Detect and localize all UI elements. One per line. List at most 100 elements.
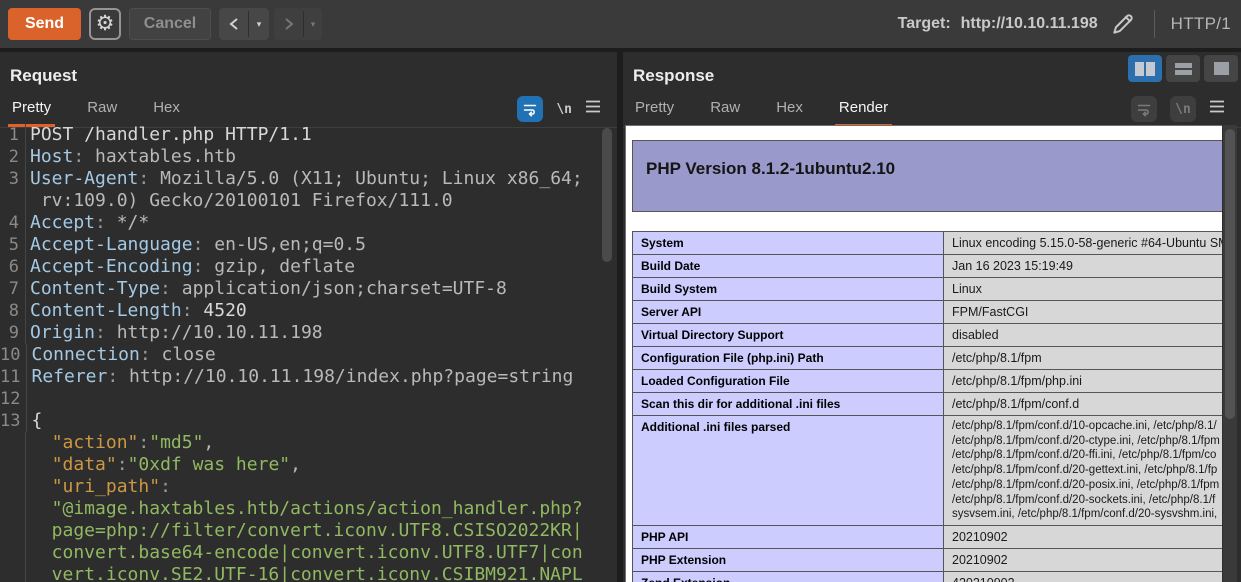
phpinfo-row-label: PHP API (633, 525, 944, 548)
line-number: 4 (0, 212, 26, 234)
menu-button[interactable] (585, 100, 601, 118)
code-line[interactable]: 9Origin: http://10.10.11.198 (0, 322, 617, 344)
target-label: Target: (898, 15, 951, 33)
code-line[interactable]: 11Referer: http://10.10.11.198/index.php… (0, 366, 617, 388)
response-scrollbar-thumb[interactable] (1225, 129, 1235, 419)
history-forward-group: ▾ (274, 8, 322, 40)
phpinfo-row-label: Zend Extension (633, 571, 944, 582)
back-button[interactable] (219, 8, 248, 40)
rows-icon (1175, 63, 1192, 75)
pencil-icon (1110, 11, 1136, 37)
line-number: 13 (0, 410, 27, 432)
code-line[interactable]: "data":"0xdf was here", (0, 454, 617, 476)
phpinfo-row-value: /etc/php/8.1/fpm/conf.d (944, 393, 1223, 416)
line-number: 7 (0, 278, 26, 300)
wrap-toggle-button[interactable] (517, 96, 543, 122)
phpinfo-row: PHP Extension20210902 (633, 548, 1223, 571)
code-line[interactable]: page=php://filter/convert.iconv.UTF8.CSI… (0, 520, 617, 542)
code-line[interactable]: 8Content-Length: 4520 (0, 300, 617, 322)
newline-toggle-button[interactable]: \n (1170, 96, 1196, 122)
render-viewport[interactable]: PHP Version 8.1.2-1ubuntu2.10 SystemLinu… (625, 125, 1222, 582)
phpinfo-row-label: Build System (633, 278, 944, 301)
code-line[interactable]: 7Content-Type: application/json;charset=… (0, 278, 617, 300)
response-scrollbar-track[interactable] (1223, 125, 1237, 582)
phpinfo-row-value: disabled (944, 324, 1223, 347)
code-line[interactable]: 12 (0, 388, 617, 410)
code-line[interactable]: 10Connection: close (0, 344, 617, 366)
request-scrollbar-thumb[interactable] (602, 128, 612, 262)
phpinfo-header: PHP Version 8.1.2-1ubuntu2.10 (632, 140, 1222, 212)
code-line[interactable]: 5Accept-Language: en-US,en;q=0.5 (0, 234, 617, 256)
wrap-toggle-button[interactable] (1131, 96, 1157, 122)
phpinfo-row: Zend Extension420210902 (633, 571, 1223, 582)
back-dropdown-button[interactable]: ▾ (249, 8, 269, 40)
code-line[interactable]: 3User-Agent: Mozilla/5.0 (X11; Ubuntu; L… (0, 168, 617, 190)
phpinfo-row-label: Configuration File (php.ini) Path (633, 347, 944, 370)
request-editor[interactable]: 1POST /handler.php HTTP/1.12Host: haxtab… (0, 124, 617, 582)
chevron-left-icon (228, 17, 240, 31)
view-layout-columns-button[interactable] (1128, 55, 1162, 82)
line-number (0, 432, 26, 454)
chevron-down-icon: ▾ (257, 19, 262, 30)
tab-raw[interactable]: Raw (706, 99, 744, 127)
columns-icon (1146, 62, 1155, 76)
phpinfo-page: PHP Version 8.1.2-1ubuntu2.10 SystemLinu… (632, 140, 1222, 582)
response-panel: Response Pretty Raw Hex Render \n PHP Ve… (623, 52, 1241, 582)
forward-dropdown-button[interactable]: ▾ (304, 8, 322, 40)
http-version-selector[interactable]: HTTP/1 (1171, 14, 1231, 34)
line-number: 9 (0, 322, 26, 344)
tab-render[interactable]: Render (835, 99, 892, 127)
gear-icon: ⚙ (96, 12, 115, 35)
newline-toggle-button[interactable]: \n (556, 102, 572, 117)
phpinfo-row: SystemLinux encoding 5.15.0-58-generic #… (633, 232, 1223, 255)
line-number: 12 (0, 388, 27, 410)
phpinfo-row-label: Scan this dir for additional .ini files (633, 393, 944, 416)
view-layout-rows-button[interactable] (1166, 55, 1200, 82)
tab-hex[interactable]: Hex (772, 99, 807, 127)
phpinfo-row: Loaded Configuration File/etc/php/8.1/fp… (633, 370, 1223, 393)
tab-hex[interactable]: Hex (149, 99, 184, 127)
phpinfo-row-value: 20210902 (944, 548, 1223, 571)
cancel-button[interactable]: Cancel (129, 8, 211, 40)
code-line[interactable]: 1POST /handler.php HTTP/1.1 (0, 124, 617, 146)
view-layout-single-button[interactable] (1204, 55, 1238, 82)
phpinfo-row-value: /etc/php/8.1/fpm/php.ini (944, 370, 1223, 393)
phpinfo-row: Build SystemLinux (633, 278, 1223, 301)
view-layout-buttons (1128, 55, 1238, 82)
request-panel: Request Pretty Raw Hex \n 1POST /handler… (0, 52, 617, 582)
phpinfo-row-value: 420210902 (944, 571, 1223, 582)
phpinfo-row-label: Additional .ini files parsed (633, 416, 944, 526)
code-line[interactable]: 13{ (0, 410, 617, 432)
line-number (0, 476, 26, 498)
phpinfo-row: Server APIFPM/FastCGI (633, 301, 1223, 324)
code-line[interactable]: convert.base64-encode|convert.iconv.UTF8… (0, 542, 617, 564)
phpinfo-row-value: /etc/php/8.1/fpm/conf.d/10-opcache.ini, … (944, 416, 1223, 526)
code-line[interactable]: rv:109.0) Gecko/20100101 Firefox/111.0 (0, 190, 617, 212)
send-button[interactable]: Send (8, 8, 81, 40)
line-number: 11 (0, 366, 27, 388)
phpinfo-row: Additional .ini files parsed/etc/php/8.1… (633, 416, 1223, 526)
phpinfo-row-label: Build Date (633, 255, 944, 278)
phpinfo-row-label: PHP Extension (633, 548, 944, 571)
tab-pretty[interactable]: Pretty (631, 99, 678, 127)
forward-button[interactable] (274, 8, 303, 40)
topbar: Send ⚙ Cancel ▾ ▾ Target: http://10.10.1… (0, 0, 1241, 48)
code-line[interactable]: 4Accept: */* (0, 212, 617, 234)
settings-button[interactable]: ⚙ (89, 8, 121, 40)
code-line[interactable]: "action":"md5", (0, 432, 617, 454)
chevron-right-icon (283, 17, 295, 31)
code-line[interactable]: "@image.haxtables.htb/actions/action_han… (0, 498, 617, 520)
code-line[interactable]: "uri_path": (0, 476, 617, 498)
chevron-down-icon: ▾ (311, 19, 316, 30)
menu-button[interactable] (1209, 100, 1225, 118)
tab-pretty[interactable]: Pretty (8, 99, 55, 127)
phpinfo-row: Configuration File (php.ini) Path/etc/ph… (633, 347, 1223, 370)
tab-raw[interactable]: Raw (83, 99, 121, 127)
code-line[interactable]: 2Host: haxtables.htb (0, 146, 617, 168)
edit-target-button[interactable] (1108, 11, 1138, 37)
request-panel-title: Request (0, 52, 617, 86)
phpinfo-row-value: 20210902 (944, 525, 1223, 548)
code-line[interactable]: 6Accept-Encoding: gzip, deflate (0, 256, 617, 278)
phpinfo-row: Scan this dir for additional .ini files/… (633, 393, 1223, 416)
code-line[interactable]: vert.iconv.SE2.UTF-16|convert.iconv.CSIB… (0, 564, 617, 582)
